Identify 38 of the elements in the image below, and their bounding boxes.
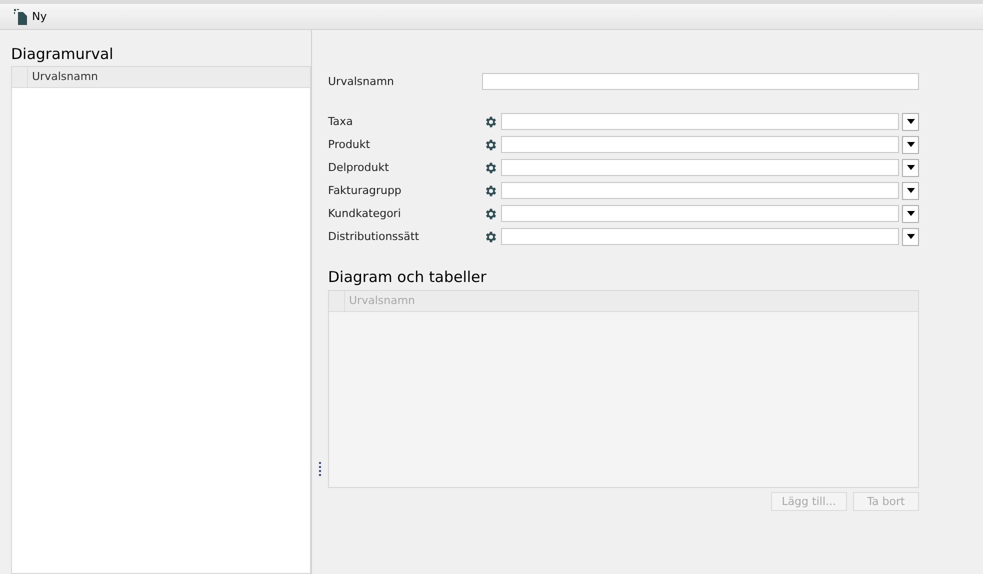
- caret-icon: [906, 165, 914, 170]
- filter-input[interactable]: [501, 182, 899, 199]
- field-label: Taxa: [328, 115, 354, 128]
- filter-input[interactable]: [501, 228, 899, 245]
- dropdown-button[interactable]: [902, 158, 919, 176]
- gear-icon[interactable]: [484, 184, 498, 198]
- splitter-handle-icon[interactable]: [318, 462, 322, 476]
- gear-icon[interactable]: [484, 114, 498, 128]
- new-document-icon: [14, 8, 28, 24]
- new-button[interactable]: Ny: [12, 8, 49, 24]
- field-label: Kundkategori: [328, 207, 402, 220]
- filter-input[interactable]: [501, 113, 899, 130]
- caret-icon: [906, 142, 914, 147]
- filter-input[interactable]: [501, 136, 899, 153]
- field-label: Urvalsnamn: [328, 75, 396, 88]
- gear-icon[interactable]: [484, 138, 498, 152]
- field-label: Produkt: [328, 138, 372, 151]
- gear-icon[interactable]: [484, 206, 498, 220]
- caret-icon: [906, 188, 914, 193]
- field-label: Distributionssätt: [328, 230, 420, 243]
- caret-icon: [906, 211, 914, 216]
- dropdown-button[interactable]: [902, 136, 919, 154]
- caret-icon: [906, 119, 914, 124]
- gear-icon[interactable]: [484, 230, 498, 244]
- caret-icon: [906, 234, 914, 239]
- dropdown-button[interactable]: [902, 228, 919, 246]
- filter-input[interactable]: [501, 205, 899, 222]
- field-label: Fakturagrupp: [328, 184, 402, 197]
- gear-icon[interactable]: [484, 160, 498, 174]
- name-input[interactable]: [482, 73, 919, 90]
- dropdown-button[interactable]: [902, 112, 919, 130]
- dropdown-button[interactable]: [902, 204, 919, 222]
- dropdown-button[interactable]: [902, 182, 919, 200]
- section-title: Diagram och tabeller: [328, 268, 488, 286]
- panel-title: Diagramurval: [11, 44, 114, 65]
- filter-input[interactable]: [501, 159, 899, 176]
- field-label: Delprodukt: [328, 161, 390, 174]
- selection-grid[interactable]: Urvalsnamn: [11, 66, 311, 574]
